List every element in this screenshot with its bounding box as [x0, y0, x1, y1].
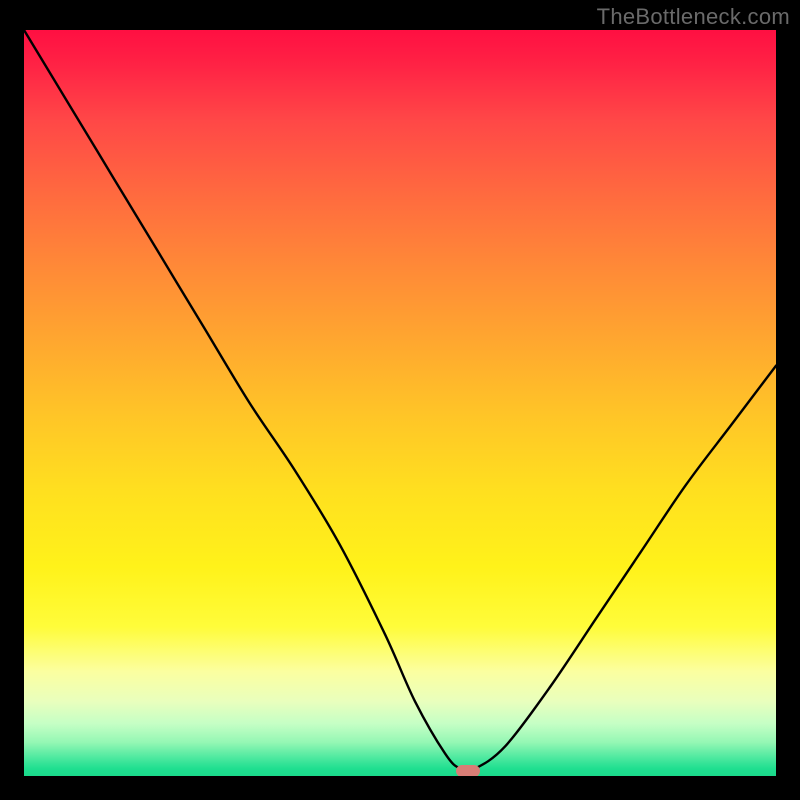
- watermark-text: TheBottleneck.com: [597, 4, 790, 30]
- bottleneck-curve: [24, 30, 776, 776]
- min-marker: [456, 765, 480, 776]
- plot-area: [24, 30, 776, 776]
- chart-container: TheBottleneck.com: [0, 0, 800, 800]
